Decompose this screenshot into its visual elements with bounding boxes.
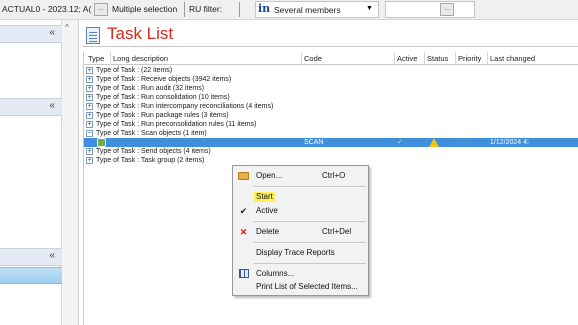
filter-input-field[interactable] bbox=[385, 1, 475, 18]
nav-section-header[interactable]: « bbox=[0, 248, 62, 266]
menu-separator bbox=[254, 263, 366, 264]
left-navigation-pane: « « « bbox=[0, 20, 62, 325]
menu-item-label: Active bbox=[256, 206, 278, 215]
collapse-icon[interactable]: − bbox=[86, 130, 93, 137]
columns-icon bbox=[239, 269, 249, 278]
table-row[interactable]: − Type of Task : Scan objects (1 item) bbox=[84, 129, 578, 138]
nav-section-header[interactable]: « bbox=[0, 98, 62, 116]
menu-item-shortcut: Ctrl+O bbox=[322, 171, 346, 180]
double-chevron-up-icon[interactable]: « bbox=[49, 27, 55, 38]
menu-item-print-list[interactable]: Print List of Selected Items... bbox=[234, 280, 367, 294]
column-header-priority[interactable]: Priority bbox=[458, 54, 481, 63]
scope-picker-button[interactable]: ... bbox=[94, 3, 108, 16]
row-label: Type of Task : Run package rules (3 item… bbox=[96, 112, 229, 119]
menu-item-label: Display Trace Reports bbox=[256, 248, 335, 257]
menu-item-label: Delete bbox=[256, 227, 280, 236]
expand-icon[interactable]: + bbox=[86, 85, 93, 92]
filter-toolbar: ACTUAL0 - 2023.12; A( ... Multiple selec… bbox=[0, 0, 578, 20]
column-header-status[interactable]: Status bbox=[427, 54, 448, 63]
menu-item-display-trace-reports[interactable]: Display Trace Reports bbox=[234, 246, 367, 260]
column-header-long-description[interactable]: Long description bbox=[113, 54, 168, 63]
scan-task-icon bbox=[97, 138, 106, 147]
column-header-type[interactable]: Type bbox=[88, 54, 104, 63]
expand-icon[interactable]: + bbox=[86, 148, 93, 155]
menu-item-start[interactable]: Start bbox=[234, 190, 367, 204]
table-row[interactable]: + Type of Task : Run audit (32 items) bbox=[84, 84, 578, 93]
expand-icon[interactable]: + bbox=[86, 76, 93, 83]
menu-item-columns[interactable]: Columns... bbox=[234, 267, 367, 281]
column-header-code[interactable]: Code bbox=[304, 54, 322, 63]
double-chevron-up-icon[interactable]: « bbox=[49, 100, 55, 111]
menu-separator bbox=[254, 221, 366, 222]
row-label: Type of Task : Receive objects (3942 ite… bbox=[96, 76, 232, 83]
scope-label: ACTUAL0 - 2023.12; A( bbox=[2, 4, 92, 14]
menu-separator bbox=[254, 186, 366, 187]
toolbar-separator bbox=[239, 2, 240, 17]
row-label: Type of Task : Scan objects (1 item) bbox=[96, 130, 207, 137]
expand-icon[interactable]: + bbox=[86, 112, 93, 119]
pane-splitter[interactable]: ^ bbox=[62, 20, 79, 325]
row-label: Type of Task : Run preconsolidation rule… bbox=[96, 121, 257, 128]
menu-separator bbox=[254, 242, 366, 243]
expand-icon[interactable]: + bbox=[86, 94, 93, 101]
row-label: Type of Task : Send objects (4 items) bbox=[96, 148, 211, 155]
toolbar-separator bbox=[184, 2, 185, 17]
double-chevron-up-icon[interactable]: « bbox=[49, 250, 55, 261]
context-menu: Open... Ctrl+O Start ✔ Active ✕ Delete C… bbox=[232, 165, 369, 296]
table-row[interactable]: + Type of Task : Task group (2 items) bbox=[84, 156, 578, 165]
row-label: Type of Task : Task group (2 items) bbox=[96, 157, 205, 164]
menu-item-label: Print List of Selected Items... bbox=[256, 282, 358, 291]
expand-icon[interactable]: + bbox=[86, 157, 93, 164]
menu-item-active[interactable]: ✔ Active bbox=[234, 204, 367, 218]
last-changed-value: 1/12/2024 4: bbox=[490, 139, 529, 146]
row-label: Type of Task : Run intercompany reconcil… bbox=[96, 103, 274, 110]
checkmark-icon: ✔ bbox=[239, 206, 248, 216]
menu-item-label: Start bbox=[254, 192, 275, 202]
task-list-icon bbox=[86, 27, 100, 44]
delete-x-icon: ✕ bbox=[239, 227, 248, 237]
multiple-selection-label: Multiple selection bbox=[112, 4, 178, 14]
selected-task-row[interactable]: SCAN ✓ → 1/12/2024 4: bbox=[84, 138, 578, 147]
menu-item-label: Columns... bbox=[256, 269, 295, 278]
row-label: Type of Task : Run consolidation (10 ite… bbox=[96, 94, 230, 101]
table-row[interactable]: + Type of Task : Receive objects (3942 i… bbox=[84, 75, 578, 84]
in-operator-icon: in bbox=[258, 2, 271, 15]
table-row[interactable]: + Type of Task : Run preconsolidation ru… bbox=[84, 120, 578, 129]
priority-arrow-icon: → bbox=[461, 139, 468, 146]
column-header-last-changed[interactable]: Last changed bbox=[490, 54, 535, 63]
table-row[interactable]: + Type of Task : Run package rules (3 it… bbox=[84, 111, 578, 120]
expand-icon[interactable]: + bbox=[86, 121, 93, 128]
task-code: SCAN bbox=[304, 139, 324, 146]
filter-picker-button[interactable]: ... bbox=[440, 3, 454, 16]
ru-filter-dropdown[interactable]: in Several members ▼ bbox=[255, 1, 379, 18]
active-checkmark: ✓ bbox=[397, 139, 403, 146]
folder-open-icon bbox=[238, 172, 249, 180]
row-label: Type of Task : Run audit (32 items) bbox=[96, 85, 205, 92]
nav-section-header[interactable]: « bbox=[0, 25, 62, 43]
title-divider bbox=[83, 46, 578, 47]
warning-icon bbox=[429, 138, 439, 147]
menu-item-delete[interactable]: ✕ Delete Ctrl+Del bbox=[234, 225, 367, 239]
table-row[interactable]: + Type of Task : Run consolidation (10 i… bbox=[84, 93, 578, 102]
expand-icon[interactable]: + bbox=[86, 103, 93, 110]
ru-filter-label: RU filter: bbox=[189, 4, 223, 14]
row-label: Type of Task : (22 items) bbox=[96, 67, 173, 74]
menu-item-label: Open... bbox=[256, 171, 283, 180]
nav-selected-item[interactable] bbox=[0, 267, 62, 284]
column-header-active[interactable]: Active bbox=[397, 54, 417, 63]
chevron-up-icon[interactable]: ^ bbox=[65, 23, 69, 32]
chevron-down-icon: ▼ bbox=[366, 5, 373, 12]
menu-item-shortcut: Ctrl+Del bbox=[322, 227, 352, 236]
expand-icon[interactable]: + bbox=[86, 67, 93, 74]
grid-header: Type Long description Code Active Status… bbox=[84, 52, 578, 65]
menu-item-open[interactable]: Open... Ctrl+O bbox=[234, 169, 367, 183]
table-row[interactable]: + Type of Task : Send objects (4 items) bbox=[84, 147, 578, 156]
table-row[interactable]: + Type of Task : (22 items) bbox=[84, 66, 578, 75]
ru-filter-value: Several members bbox=[274, 5, 341, 15]
page-title: Task List bbox=[107, 24, 174, 43]
table-row[interactable]: + Type of Task : Run intercompany reconc… bbox=[84, 102, 578, 111]
